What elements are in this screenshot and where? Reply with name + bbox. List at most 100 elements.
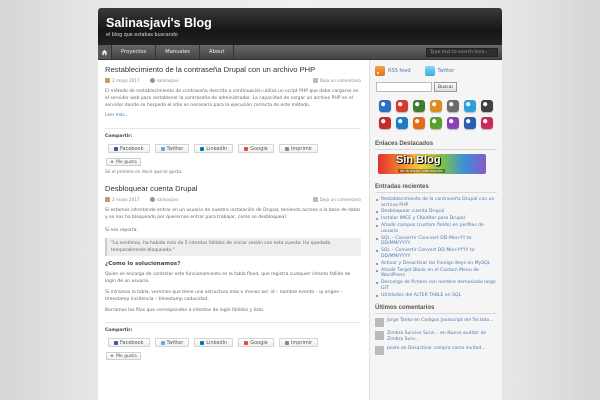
comment-author[interactable]: Zimbra Survive Survi... bbox=[387, 331, 439, 336]
site-description: el blog que estabas buscando bbox=[106, 33, 178, 38]
recent-post-link[interactable]: Utilidades del ALTER TABLE en SQL bbox=[375, 293, 497, 299]
header-search-input[interactable]: Type text to search here... bbox=[426, 48, 498, 57]
twitter-bird-icon bbox=[424, 66, 435, 76]
share-button-label: Imprimir bbox=[290, 145, 313, 152]
social-badge-icon[interactable] bbox=[379, 117, 391, 129]
post-paragraph: Si miramos la tabla, veremos que tiene u… bbox=[105, 290, 343, 302]
share-linkedin-button[interactable]: LinkedIn bbox=[194, 144, 234, 153]
comment-author[interactable]: Jorge Tanko bbox=[387, 318, 413, 323]
post-date[interactable]: 2 mayo 2017 bbox=[112, 197, 140, 202]
sidebar-search-button[interactable]: Buscar bbox=[434, 82, 458, 92]
share-google-button[interactable]: Google bbox=[238, 144, 274, 153]
social-badge-icon[interactable] bbox=[447, 117, 459, 129]
rss-label: RSS feed bbox=[388, 68, 411, 74]
post-title[interactable]: Desbloquear cuenta Drupal bbox=[105, 184, 361, 193]
recent-post-link[interactable]: SQL – Convertir Concvert DD-Mon-YY to DD… bbox=[375, 236, 497, 247]
calendar-icon bbox=[105, 78, 110, 83]
share-buttons: Facebook Twitter LinkedIn Google Imprimi… bbox=[105, 338, 361, 347]
nav-item-proyectos[interactable]: Proyectos bbox=[112, 45, 157, 59]
share-label: Compartir: bbox=[105, 128, 361, 139]
comment-icon bbox=[312, 78, 318, 83]
home-icon bbox=[101, 49, 108, 55]
twitter-link[interactable]: Twitter bbox=[424, 66, 454, 76]
share-facebook-button[interactable]: Facebook bbox=[108, 338, 150, 347]
comment-link[interactable]: Deja un comentario bbox=[320, 78, 361, 83]
like-button[interactable]: ★ Me gusta bbox=[106, 352, 141, 360]
print-button[interactable]: Imprimir bbox=[278, 338, 319, 347]
comment-icon bbox=[312, 197, 318, 202]
social-badge-icon[interactable] bbox=[379, 100, 391, 112]
recent-post-link[interactable]: SQL – Convertir Convert DD-Mon-YYYY to D… bbox=[375, 248, 497, 259]
social-badge-icon[interactable] bbox=[464, 117, 476, 129]
nav-item-manuales[interactable]: Manuales bbox=[156, 45, 201, 59]
post-meta: 2 mayo 2017 salinasjavi Deja un comentar… bbox=[105, 78, 361, 83]
read-more-link[interactable]: Leer más... bbox=[105, 113, 361, 118]
share-facebook-button[interactable]: Facebook bbox=[108, 144, 150, 153]
calendar-icon bbox=[105, 197, 110, 202]
social-badge-icon[interactable] bbox=[430, 117, 442, 129]
share-button-label: Twitter bbox=[166, 339, 184, 346]
social-badge-icon[interactable] bbox=[481, 117, 493, 129]
share-google-button[interactable]: Google bbox=[238, 338, 274, 347]
post-author[interactable]: salinasjavi bbox=[157, 78, 179, 83]
social-badge-icon[interactable] bbox=[413, 117, 425, 129]
linkedin-icon bbox=[200, 340, 205, 345]
main-nav: Proyectos Manuales About Type text to se… bbox=[98, 45, 502, 60]
sidebar: RSS feed Twitter Buscar Enlaces Destacad… bbox=[370, 60, 502, 400]
first-like-text: Sé el primero en decir que te gusta. bbox=[105, 170, 183, 175]
post-title[interactable]: Restablecimiento de la contraseña Drupal… bbox=[105, 65, 361, 74]
feed-links: RSS feed Twitter bbox=[375, 66, 497, 76]
social-badge-icon[interactable] bbox=[447, 100, 459, 112]
comment-post-link[interactable]: Codigos Javascript del Teclado... bbox=[421, 318, 493, 323]
printer-icon bbox=[284, 146, 289, 151]
share-twitter-button[interactable]: Twitter bbox=[154, 144, 190, 153]
avatar bbox=[375, 346, 384, 356]
social-badge-icon[interactable] bbox=[430, 100, 442, 112]
nav-item-about[interactable]: About bbox=[200, 45, 235, 59]
share-button-label: Twitter bbox=[166, 145, 184, 152]
sidebar-search-input[interactable] bbox=[376, 82, 432, 92]
post-author[interactable]: salinasjavi bbox=[157, 197, 179, 202]
share-buttons: Facebook Twitter LinkedIn Google Imprimi… bbox=[105, 144, 361, 153]
recent-post-link[interactable]: Desbloquear cuenta Drupal bbox=[375, 209, 497, 215]
linkedin-icon bbox=[200, 146, 205, 151]
rss-link[interactable]: RSS feed bbox=[375, 66, 411, 76]
recent-post-link[interactable]: Añadir campos (custom fields) en perfile… bbox=[375, 223, 497, 234]
comment-link[interactable]: Deja un comentario bbox=[320, 197, 361, 202]
sidebar-search: Buscar bbox=[375, 82, 497, 92]
post-paragraph: Borramos las filas que corresponden a in… bbox=[105, 308, 265, 313]
share-button-label: Imprimir bbox=[290, 339, 313, 346]
recent-post-link[interactable]: Instalar IMCE y CKeditor para Drupal bbox=[375, 216, 497, 222]
social-badge-icon[interactable] bbox=[413, 100, 425, 112]
recent-post-link[interactable]: Activar y Desactivar las Foreign Keys en… bbox=[375, 261, 497, 267]
recent-posts-list: Restablecimiento de la contraseña Drupal… bbox=[375, 197, 497, 298]
featured-banner[interactable]: Sin Blog de la mejor información bbox=[378, 154, 486, 174]
site-header: Salinasjavi's Blog el blog que estabas b… bbox=[98, 8, 502, 45]
google-icon bbox=[244, 340, 249, 345]
social-badge-icon[interactable] bbox=[481, 100, 493, 112]
banner-title: Sin Blog bbox=[396, 154, 441, 166]
star-icon: ★ bbox=[110, 159, 115, 165]
site-title[interactable]: Salinasjavi's Blog bbox=[106, 16, 502, 30]
like-label: Me gusta bbox=[116, 353, 137, 359]
share-linkedin-button[interactable]: LinkedIn bbox=[194, 338, 234, 347]
page-wrapper: Salinasjavi's Blog el blog que estabas b… bbox=[98, 8, 502, 400]
recent-post-link[interactable]: Añadir Target Blank en el Custom Menu de… bbox=[375, 268, 497, 279]
social-badge-icon[interactable] bbox=[396, 117, 408, 129]
post-paragraph: Si nos reporta: bbox=[105, 228, 138, 233]
share-twitter-button[interactable]: Twitter bbox=[154, 338, 190, 347]
like-button[interactable]: ★ Me gusta bbox=[106, 158, 141, 166]
comment-post-link[interactable]: Desactivar compra como invitad... bbox=[408, 346, 486, 351]
social-badge-icon[interactable] bbox=[396, 100, 408, 112]
like-row: ★ Me gusta bbox=[105, 158, 361, 166]
comment-author[interactable]: poste bbox=[387, 346, 400, 351]
home-button[interactable] bbox=[98, 45, 112, 59]
share-button-label: Facebook bbox=[120, 339, 144, 346]
social-badge-icon[interactable] bbox=[464, 100, 476, 112]
print-button[interactable]: Imprimir bbox=[278, 144, 319, 153]
post-date[interactable]: 2 mayo 2017 bbox=[112, 78, 140, 83]
recent-post-link[interactable]: Descarga de fichero con nombre demasiado… bbox=[375, 280, 497, 291]
share-button-label: Google bbox=[250, 339, 268, 346]
recent-post-link[interactable]: Restablecimiento de la contraseña Drupal… bbox=[375, 197, 497, 208]
star-icon: ★ bbox=[110, 353, 115, 359]
